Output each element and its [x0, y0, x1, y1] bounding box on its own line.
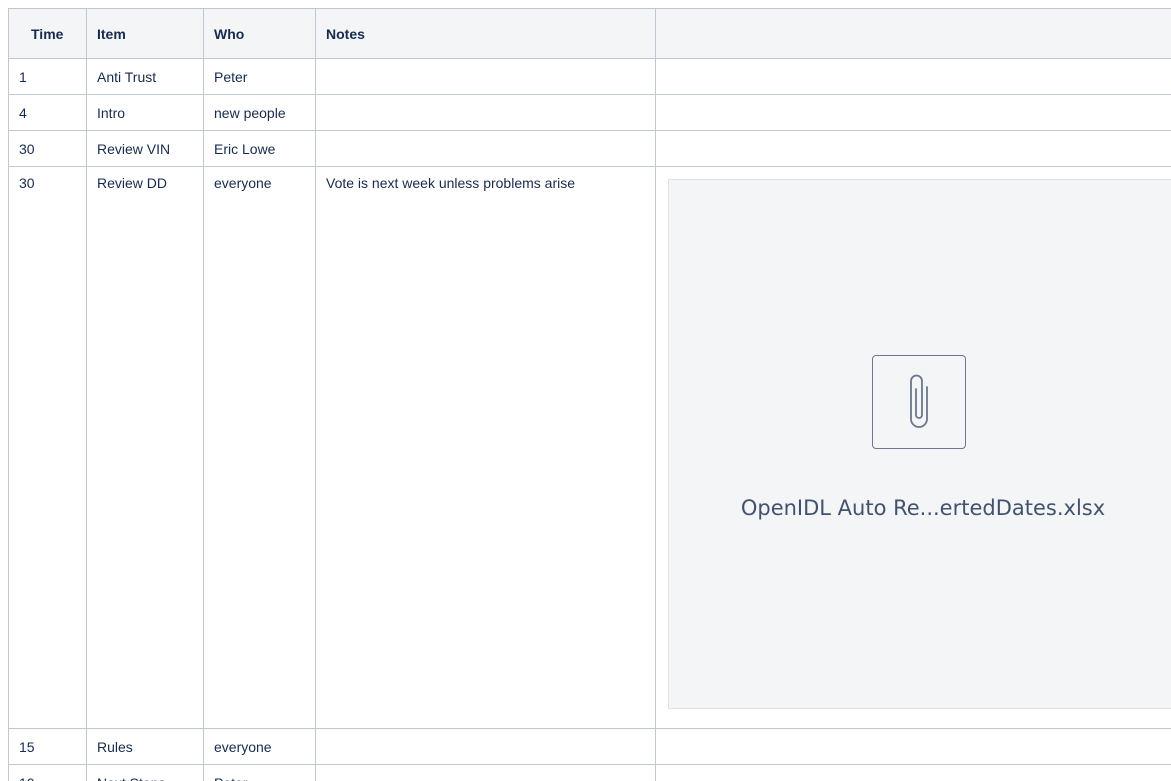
table-row: 30 Review VIN Eric Lowe — [8, 130, 1171, 167]
table-row: 30 Review DD everyone Vote is next week … — [8, 166, 1171, 729]
cell-item: Review VIN — [86, 130, 204, 167]
file-attachment-card[interactable]: OpenIDL Auto Re...ertedDates.xlsx — [668, 179, 1171, 709]
header-who: Who — [203, 8, 316, 59]
cell-who: Eric Lowe — [203, 130, 316, 167]
cell-item: Review DD — [86, 166, 204, 729]
header-notes: Notes — [315, 8, 656, 59]
agenda-table: Time Item Who Notes 1 Anti Trust Peter 4… — [8, 8, 1171, 781]
cell-notes — [315, 728, 656, 765]
table-header-row: Time Item Who Notes — [8, 8, 1171, 59]
cell-who: everyone — [203, 728, 316, 765]
header-item: Item — [86, 8, 204, 59]
header-extra — [655, 8, 1171, 59]
paperclip-icon — [872, 355, 966, 449]
cell-who: Peter — [203, 58, 316, 95]
cell-attachment: OpenIDL Auto Re...ertedDates.xlsx — [655, 166, 1171, 729]
cell-extra — [655, 58, 1171, 95]
cell-item: Next Steps — [86, 764, 204, 781]
cell-time: 30 — [8, 166, 87, 729]
cell-time: 1 — [8, 58, 87, 95]
cell-notes — [315, 58, 656, 95]
cell-who: everyone — [203, 166, 316, 729]
attachment-file-name: OpenIDL Auto Re...ertedDates.xlsx — [740, 496, 1106, 520]
cell-who: Peter — [203, 764, 316, 781]
cell-extra — [655, 130, 1171, 167]
cell-time: 30 — [8, 130, 87, 167]
cell-notes — [315, 130, 656, 167]
cell-time: 4 — [8, 94, 87, 131]
table-row: 10 Next Steps Peter — [8, 764, 1171, 781]
page: Time Item Who Notes 1 Anti Trust Peter 4… — [0, 0, 1171, 781]
cell-item: Anti Trust — [86, 58, 204, 95]
header-time: Time — [8, 8, 87, 59]
cell-extra — [655, 94, 1171, 131]
cell-who: new people — [203, 94, 316, 131]
table-row: 4 Intro new people — [8, 94, 1171, 131]
cell-item: Rules — [86, 728, 204, 765]
cell-time: 10 — [8, 764, 87, 781]
cell-extra — [655, 764, 1171, 781]
table-row: 15 Rules everyone — [8, 728, 1171, 765]
cell-notes — [315, 764, 656, 781]
cell-notes — [315, 94, 656, 131]
table-row: 1 Anti Trust Peter — [8, 58, 1171, 95]
cell-item: Intro — [86, 94, 204, 131]
cell-time: 15 — [8, 728, 87, 765]
cell-extra — [655, 728, 1171, 765]
cell-notes: Vote is next week unless problems arise — [315, 166, 656, 729]
